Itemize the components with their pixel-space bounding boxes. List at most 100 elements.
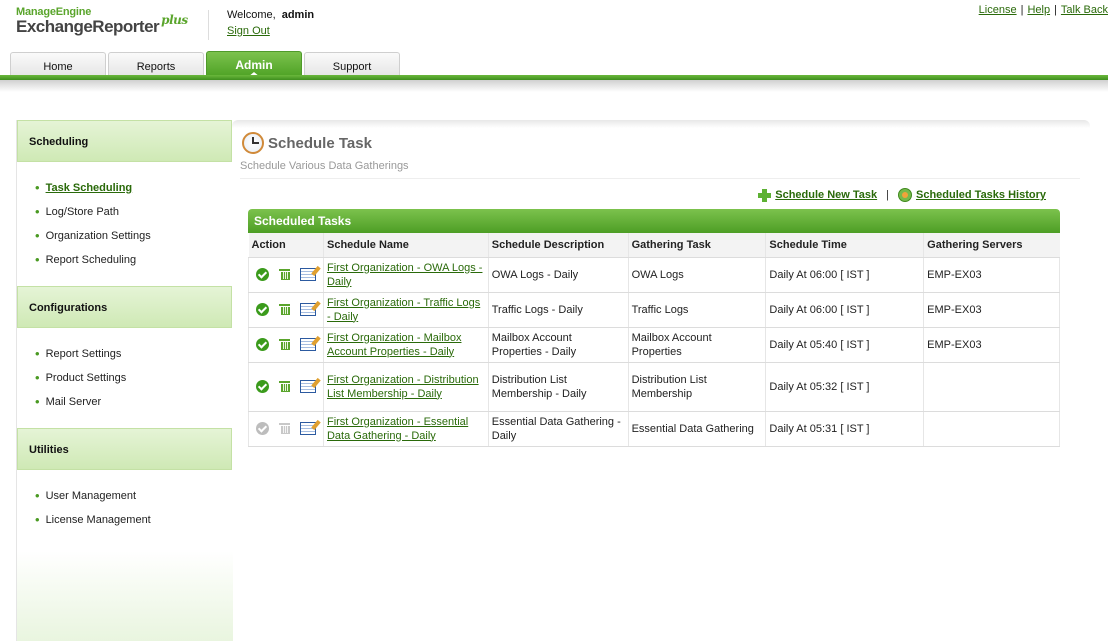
cell-schedule-description: Mailbox Account Properties - Daily	[487, 327, 629, 363]
sidebar-item-organization-settings[interactable]: • Organization Settings	[35, 228, 232, 252]
cell-schedule-time: Daily At 06:00 [ IST ]	[765, 292, 924, 328]
logo[interactable]: ManageEngine ExchangeReporter plus	[16, 6, 188, 37]
history-icon[interactable]	[897, 188, 912, 202]
bullet-icon: •	[35, 252, 40, 267]
sidebar-item-report-scheduling[interactable]: • Report Scheduling	[35, 252, 232, 276]
sidebar-fade	[17, 551, 233, 641]
schedule-new-task-link[interactable]: Schedule New Task	[775, 189, 877, 201]
sidebar-item-user-management[interactable]: • User Management	[35, 488, 232, 512]
cell-gathering-task: Distribution List Membership	[627, 362, 766, 412]
main-tabs: Home Reports Admin Support	[10, 51, 402, 76]
column-header-action: Action	[248, 233, 324, 258]
tab-reports[interactable]: Reports	[108, 52, 204, 76]
trash-icon[interactable]	[279, 304, 290, 315]
check-circle-icon[interactable]	[256, 338, 269, 351]
sidebar-section-utilities: Utilities	[17, 428, 232, 470]
cell-schedule-description: OWA Logs - Daily	[487, 257, 629, 293]
cell-schedule-name: First Organization - Distribution List M…	[322, 362, 489, 412]
sidebar-list-utilities: • User Management • License Management	[17, 470, 232, 546]
check-circle-icon[interactable]	[256, 422, 269, 435]
help-link[interactable]: Help	[1027, 4, 1050, 16]
top-links: License | Help | Talk Back	[979, 4, 1108, 16]
bullet-icon: •	[35, 180, 40, 195]
plus-icon[interactable]	[758, 188, 772, 202]
sidebar-item-product-settings[interactable]: • Product Settings	[35, 370, 232, 394]
check-circle-icon[interactable]	[256, 268, 269, 281]
tab-support[interactable]: Support	[304, 52, 400, 76]
sidebar-list-scheduling: • Task Scheduling • Log/Store Path • Organi…	[17, 162, 232, 286]
edit-icon[interactable]	[300, 268, 316, 281]
trash-icon[interactable]	[279, 339, 290, 350]
sidebar-item-label: Organization Settings	[45, 230, 151, 242]
cell-gathering-servers	[923, 362, 1060, 412]
edit-icon[interactable]	[300, 338, 316, 351]
edit-icon[interactable]	[300, 422, 316, 435]
sign-out-link[interactable]: Sign Out	[227, 25, 270, 37]
scheduled-tasks-history-link[interactable]: Scheduled Tasks History	[916, 189, 1046, 201]
trash-icon[interactable]	[279, 381, 290, 392]
cell-schedule-description: Traffic Logs - Daily	[487, 292, 629, 328]
cell-schedule-name: First Organization - Traffic Logs - Dail…	[322, 292, 489, 328]
trash-icon[interactable]	[279, 423, 290, 434]
cell-schedule-name: First Organization - Mailbox Account Pro…	[322, 327, 489, 363]
schedule-name-link[interactable]: First Organization - Distribution List M…	[327, 374, 479, 400]
table-row: First Organization - Traffic Logs - Dail…	[248, 292, 1060, 328]
bullet-icon: •	[35, 228, 40, 243]
trash-icon[interactable]	[279, 269, 290, 280]
clock-icon	[242, 132, 264, 154]
table-row: First Organization - Mailbox Account Pro…	[248, 327, 1060, 363]
bullet-icon: •	[35, 394, 40, 409]
column-header-schedule-description[interactable]: Schedule Description	[487, 233, 629, 258]
table-row: First Organization - OWA Logs - Daily OW…	[248, 257, 1060, 293]
logo-brand-main: ExchangeReporter plus	[16, 13, 188, 37]
schedule-name-link[interactable]: First Organization - OWA Logs - Daily	[327, 262, 482, 288]
sidebar-item-report-settings[interactable]: • Report Settings	[35, 346, 232, 370]
cell-schedule-name: First Organization - Essential Data Gath…	[322, 411, 489, 447]
column-header-schedule-name[interactable]: Schedule Name	[322, 233, 489, 258]
sidebar-item-task-scheduling[interactable]: • Task Scheduling	[35, 180, 232, 204]
table-row: First Organization - Essential Data Gath…	[248, 411, 1060, 447]
logo-product-name: ExchangeReporter	[16, 17, 160, 36]
cell-schedule-name: First Organization - OWA Logs - Daily	[322, 257, 489, 293]
cell-schedule-description: Essential Data Gathering - Daily	[487, 411, 629, 447]
row-actions	[248, 292, 324, 328]
welcome-label: Welcome,	[227, 9, 276, 21]
tab-home[interactable]: Home	[10, 52, 106, 76]
scheduled-tasks-panel: Scheduled Tasks Action Schedule Name Sch…	[248, 209, 1060, 447]
page-title: Schedule Task	[242, 132, 372, 154]
bullet-icon: •	[35, 488, 40, 503]
schedule-name-link[interactable]: First Organization - Mailbox Account Pro…	[327, 332, 462, 358]
scheduled-tasks-table: Action Schedule Name Schedule Descriptio…	[248, 233, 1060, 447]
cell-gathering-task: Mailbox Account Properties	[627, 327, 766, 363]
bullet-icon: •	[35, 370, 40, 385]
talk-back-link[interactable]: Talk Back	[1061, 4, 1108, 16]
check-circle-icon[interactable]	[256, 380, 269, 393]
scheduled-tasks-title: Scheduled Tasks	[248, 209, 1060, 233]
column-header-schedule-time[interactable]: Schedule Time	[765, 233, 924, 258]
bullet-icon: •	[35, 204, 40, 219]
edit-icon[interactable]	[300, 380, 316, 393]
row-actions	[248, 362, 324, 412]
sidebar-item-label: User Management	[45, 490, 137, 502]
edit-icon[interactable]	[300, 303, 316, 316]
sidebar-item-label: Log/Store Path	[45, 206, 119, 218]
license-link[interactable]: License	[979, 4, 1017, 16]
column-header-gathering-servers[interactable]: Gathering Servers	[923, 233, 1060, 258]
row-actions	[248, 411, 324, 447]
header: ManageEngine ExchangeReporter plus Welcom…	[0, 0, 1108, 92]
main-content: Schedule Task Schedule Various Data Gath…	[232, 120, 1090, 460]
sidebar-item-log-store-path[interactable]: • Log/Store Path	[35, 204, 232, 228]
cell-schedule-time: Daily At 05:31 [ IST ]	[765, 411, 924, 447]
schedule-name-link[interactable]: First Organization - Essential Data Gath…	[327, 416, 468, 442]
cell-gathering-servers: EMP-EX03	[923, 292, 1060, 328]
sidebar-section-configurations: Configurations	[17, 286, 232, 328]
sidebar-list-configurations: • Report Settings • Product Settings • Mail…	[17, 328, 232, 428]
column-header-gathering-task[interactable]: Gathering Task	[627, 233, 766, 258]
top-link-separator: |	[1020, 4, 1024, 16]
sidebar-item-mail-server[interactable]: • Mail Server	[35, 394, 232, 418]
tab-admin[interactable]: Admin	[206, 51, 302, 76]
schedule-name-link[interactable]: First Organization - Traffic Logs - Dail…	[327, 297, 480, 323]
sidebar-item-license-management[interactable]: • License Management	[35, 512, 232, 536]
username: admin	[281, 9, 315, 21]
check-circle-icon[interactable]	[256, 303, 269, 316]
